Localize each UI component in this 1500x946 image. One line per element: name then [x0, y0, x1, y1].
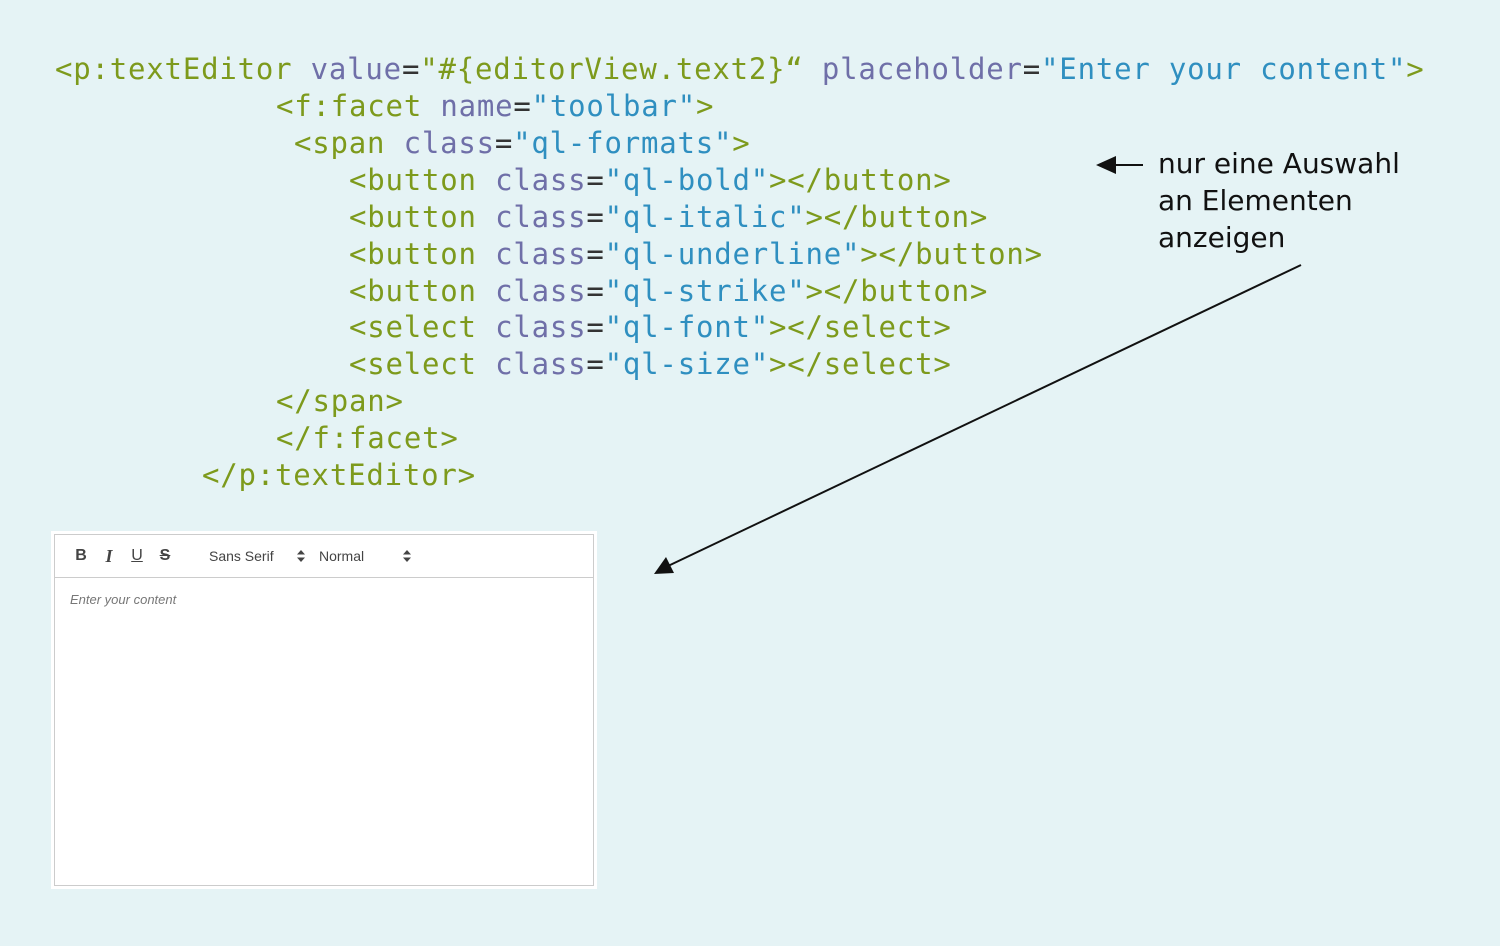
code-token: = [1022, 52, 1042, 86]
annotation-line: anzeigen [1158, 221, 1286, 254]
code-line: <select class="ql-size"></select> [349, 346, 952, 383]
code-token: "Enter your content" [1041, 52, 1407, 86]
code-token: value [292, 52, 402, 86]
size-picker[interactable]: Normal [311, 542, 415, 570]
code-token: = [586, 237, 605, 271]
code-token: <select [349, 347, 477, 381]
code-token: "#{editorView.text2}“ [420, 52, 804, 86]
editor-content-area[interactable]: Enter your content [55, 578, 593, 884]
code-token: > [732, 126, 751, 160]
code-token: <f:facet [276, 89, 423, 123]
code-token: class [476, 347, 587, 381]
code-token: <select [349, 310, 477, 344]
code-token: ></button> [805, 274, 989, 308]
code-token: <button [349, 163, 477, 197]
code-token: "ql-size" [604, 347, 769, 381]
code-token: <button [349, 274, 477, 308]
annotation-note: nur eine Auswahl an Elementen anzeigen [1158, 145, 1478, 256]
code-token: <button [349, 200, 477, 234]
editor-placeholder: Enter your content [70, 592, 177, 607]
code-token: "ql-font" [604, 310, 769, 344]
code-token: <p:textEditor [55, 52, 293, 86]
code-line: </f:facet> [276, 420, 459, 457]
code-token: = [586, 200, 605, 234]
code-line: <f:facet name="toolbar"> [276, 88, 714, 125]
code-token: = [494, 126, 514, 160]
strike-button[interactable]: S [151, 542, 179, 570]
up-down-arrows-icon [297, 550, 305, 562]
editor-toolbar: B I U S Sans Serif Normal [55, 535, 593, 578]
code-token: class [476, 200, 587, 234]
code-token: name [422, 89, 514, 123]
code-token: = [586, 163, 605, 197]
size-picker-label: Normal [319, 548, 365, 564]
code-token: "ql-underline" [604, 237, 861, 271]
font-picker[interactable]: Sans Serif [201, 542, 309, 570]
code-line: <button class="ql-bold"></button> [349, 162, 952, 199]
code-token: "ql-italic" [604, 200, 806, 234]
up-down-arrows-icon [403, 550, 411, 562]
code-line: <select class="ql-font"></select> [349, 309, 952, 346]
code-token: class [476, 163, 587, 197]
code-token: "ql-strike" [604, 274, 806, 308]
code-token: = [586, 310, 605, 344]
text-editor: B I U S Sans Serif Normal Enter your con… [54, 534, 594, 886]
bold-button[interactable]: B [67, 542, 95, 570]
code-token: = [586, 274, 605, 308]
annotation-line: an Elementen [1158, 184, 1353, 217]
code-token: ></button> [769, 163, 952, 197]
code-listing: <p:textEditor value="#{editorView.text2}… [0, 0, 1424, 492]
code-token: </f:facet> [276, 421, 459, 455]
code-line: <button class="ql-italic"></button> [349, 199, 988, 236]
code-token: placeholder [803, 52, 1023, 86]
code-line: </span> [276, 383, 404, 420]
code-token: ></select> [769, 310, 952, 344]
code-token: class [476, 274, 587, 308]
underline-button[interactable]: U [123, 542, 151, 570]
code-token: > [1406, 52, 1425, 86]
code-token: = [586, 347, 605, 381]
code-line: <button class="ql-strike"></button> [349, 273, 988, 310]
code-token: </p:textEditor> [202, 458, 476, 492]
code-token: ></select> [769, 347, 952, 381]
short-arrow-icon [1096, 156, 1143, 174]
code-token: class [385, 126, 495, 160]
code-token: > [696, 89, 715, 123]
code-token: "toolbar" [531, 89, 696, 123]
code-token: class [476, 237, 587, 271]
code-token: class [476, 310, 587, 344]
code-token: "ql-formats" [513, 126, 733, 160]
italic-button[interactable]: I [95, 542, 123, 570]
code-token: <span [294, 126, 386, 160]
code-line: </p:textEditor> [202, 457, 476, 494]
code-token: ></button> [805, 200, 989, 234]
code-token: "ql-bold" [604, 163, 769, 197]
code-token: ></button> [860, 237, 1043, 271]
code-token: <button [349, 237, 477, 271]
code-token: </span> [276, 384, 404, 418]
code-line: <span class="ql-formats"> [294, 125, 751, 162]
code-line: <p:textEditor value="#{editorView.text2}… [55, 51, 1425, 88]
font-picker-label: Sans Serif [209, 548, 274, 564]
code-line: <button class="ql-underline"></button> [349, 236, 1043, 273]
code-token: = [401, 52, 421, 86]
code-token: = [513, 89, 532, 123]
annotation-line: nur eine Auswahl [1158, 147, 1400, 180]
